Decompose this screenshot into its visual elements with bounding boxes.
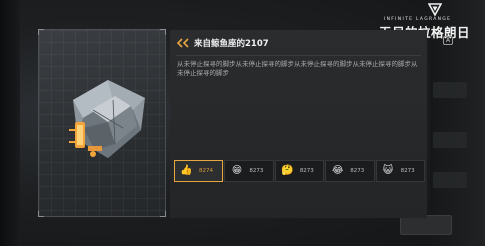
reaction-cat-face[interactable]: 😺 8273 — [375, 160, 426, 182]
message-panel: 来自鲸鱼座的2107 从未停止探寻的脚步从未停止探寻的脚步从未停止探寻的脚步从未… — [170, 30, 427, 218]
key-hint-badge: A — [443, 36, 453, 45]
left-edge-panel — [0, 0, 20, 246]
reaction-laugh-tears[interactable]: 😂 8273 — [325, 160, 375, 182]
reaction-count: 8273 — [249, 168, 264, 174]
author-title: 来自鲸鱼座的2107 — [194, 39, 269, 49]
corner-bracket — [38, 211, 44, 217]
thinking-icon: 🤔 — [281, 165, 294, 176]
reaction-count: 8273 — [350, 168, 365, 174]
corner-bracket — [38, 29, 44, 35]
thumbs-up-icon: 👍 — [180, 165, 193, 176]
reaction-thumbs-up[interactable]: 👍 8274 — [174, 160, 224, 182]
reaction-bar: 👍 8274 😁 8273 🤔 8273 😂 8273 😺 8273 — [174, 160, 426, 182]
reaction-count: 8274 — [199, 168, 213, 174]
ship-display-panel — [38, 29, 166, 217]
message-body: 从未停止探寻的脚步从未停止探寻的脚步从未停止探寻的脚步从未停止探寻的脚步从未停止… — [177, 60, 418, 78]
reaction-grin[interactable]: 😁 8273 — [224, 160, 274, 182]
reaction-count: 8273 — [400, 168, 415, 174]
reaction-thinking[interactable]: 🤔 8273 — [274, 160, 325, 182]
bottom-action-button[interactable] — [400, 215, 452, 235]
corner-bracket — [160, 211, 166, 217]
side-button[interactable] — [433, 172, 467, 188]
divider — [176, 55, 421, 56]
side-button[interactable] — [433, 82, 467, 98]
logo-mark-icon — [428, 3, 442, 16]
cat-face-icon: 😺 — [382, 165, 394, 176]
corner-bracket — [160, 29, 166, 35]
spaceship-model-icon — [69, 80, 145, 158]
side-button[interactable] — [433, 132, 467, 148]
grin-icon: 😁 — [231, 165, 243, 176]
reaction-count: 8273 — [299, 168, 314, 174]
laugh-tears-icon: 😂 — [331, 165, 344, 176]
double-chevron-icon — [177, 38, 189, 48]
message-title-bar: 来自鲸鱼座的2107 — [170, 36, 427, 50]
